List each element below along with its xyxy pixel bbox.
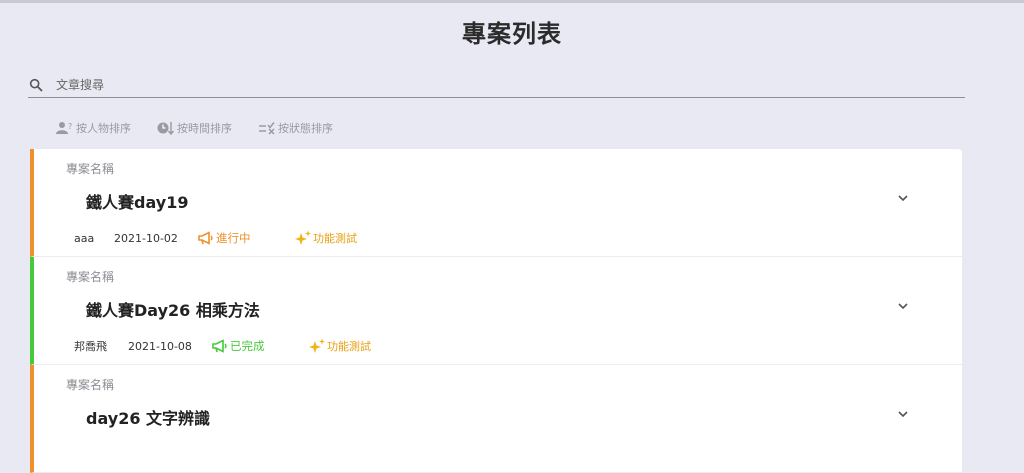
project-meta: 邦喬飛 2021-10-08 已完成 功能測試 [74, 338, 371, 354]
project-date: 2021-10-02 [114, 231, 178, 245]
category-tag: 功能測試 [308, 338, 371, 354]
chevron-down-icon[interactable] [896, 299, 910, 313]
project-title: 鐵人賽day19 [86, 193, 189, 212]
page-title: 專案列表 [462, 20, 562, 48]
project-list: 專案名稱 鐵人賽day19 aaa 2021-10-02 進行中 功能測試 專案… [30, 149, 962, 473]
chevron-down-icon[interactable] [896, 191, 910, 205]
megaphone-icon [212, 339, 227, 353]
top-border [0, 0, 1024, 3]
tag-text: 功能測試 [313, 232, 357, 245]
sort-by-person-label: 按人物排序 [76, 122, 131, 135]
project-title: 鐵人賽Day26 相乘方法 [86, 301, 260, 320]
project-meta: aaa 2021-10-02 進行中 功能測試 [74, 230, 357, 246]
status-badge: 進行中 [198, 230, 294, 246]
clock-down-icon [157, 122, 175, 135]
status-text: 進行中 [216, 231, 251, 245]
chevron-down-icon[interactable] [896, 407, 910, 421]
sort-by-time-button[interactable]: 按時間排序 [157, 120, 232, 136]
project-name-label: 專案名稱 [66, 378, 115, 392]
sparkles-icon [309, 338, 325, 353]
svg-text:?: ? [68, 122, 72, 131]
project-card[interactable]: 專案名稱 day26 文字辨識 [30, 365, 962, 473]
project-name-label: 專案名稱 [66, 162, 115, 176]
project-card[interactable]: 專案名稱 鐵人賽day19 aaa 2021-10-02 進行中 功能測試 [30, 149, 962, 257]
search-icon [29, 78, 43, 92]
sort-by-time-label: 按時間排序 [177, 122, 232, 135]
sparkles-icon [295, 230, 311, 245]
search-bar [28, 72, 965, 98]
status-badge: 已完成 [212, 338, 308, 354]
sort-by-status-label: 按狀態排序 [278, 122, 333, 135]
sort-by-status-button[interactable]: 按狀態排序 [258, 120, 333, 136]
project-name-label: 專案名稱 [66, 270, 115, 284]
project-date: 2021-10-08 [128, 339, 192, 353]
status-text: 已完成 [230, 339, 265, 353]
project-title: day26 文字辨識 [86, 409, 211, 428]
sort-toolbar: ? 按人物排序 按時間排序 按狀態排序 [56, 119, 359, 137]
person-question-icon: ? [56, 122, 72, 134]
megaphone-icon [198, 231, 213, 245]
search-input[interactable] [54, 76, 918, 93]
category-tag: 功能測試 [294, 230, 357, 246]
project-card[interactable]: 專案名稱 鐵人賽Day26 相乘方法 邦喬飛 2021-10-08 已完成 功能… [30, 257, 962, 365]
project-author: aaa [74, 231, 95, 245]
sort-by-person-button[interactable]: ? 按人物排序 [56, 120, 131, 136]
project-author: 邦喬飛 [74, 340, 107, 353]
list-check-icon [259, 122, 275, 135]
tag-text: 功能測試 [327, 340, 371, 353]
